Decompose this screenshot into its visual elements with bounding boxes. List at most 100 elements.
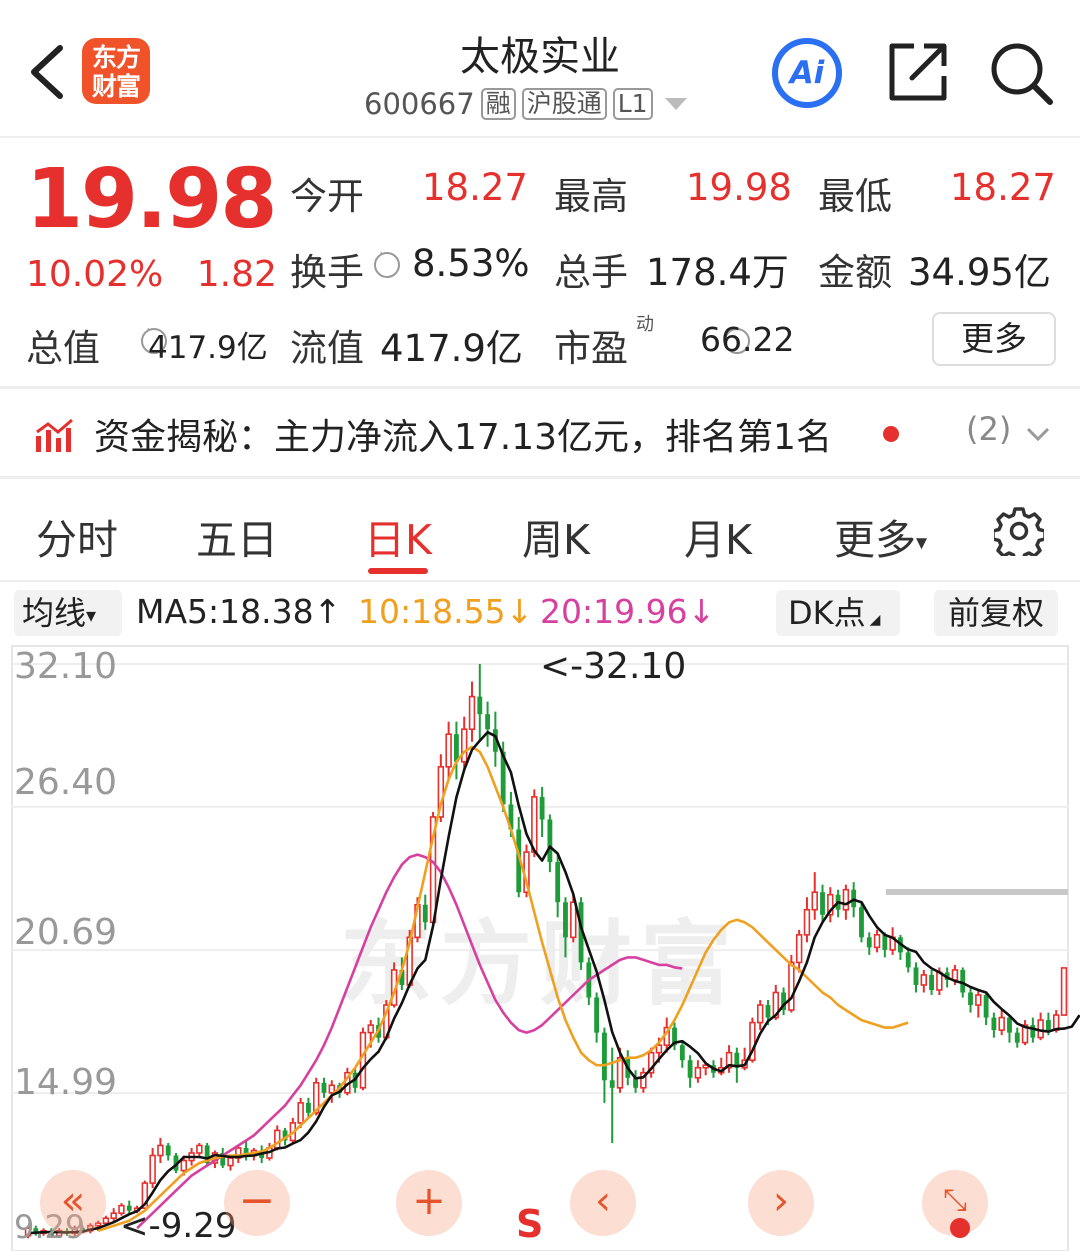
float-label: 流值 [290,327,364,370]
ma20-text: 20:19.96 [540,592,688,631]
pe-value: 66.22 [700,320,795,359]
last-price: 19.98 [26,152,277,247]
candle-body-down [594,997,600,1033]
candle-body-up [149,1154,156,1184]
scroll-left-button[interactable]: ‹ [570,1170,636,1236]
indicator-dropdown[interactable]: 均线▾ [14,590,122,636]
scroll-left-fast-button[interactable]: « [40,1170,106,1236]
tab-more-caret-icon: ▾ [916,530,928,556]
candle-body-up [1060,967,1068,1016]
candle-body-up [694,1066,702,1079]
arrow-up-icon: ↑ [313,592,342,631]
candle-body-up [936,971,943,991]
high-value: 19.98 [686,166,792,209]
candle-body-down [866,937,872,948]
dropdown-caret-icon [664,98,687,110]
search-icon[interactable] [988,40,1054,106]
candle-body-down [859,907,864,938]
float-value: 417.9亿 [380,327,523,370]
tab-monthly-k[interactable]: 月K [684,506,752,566]
active-tab-indicator [368,568,428,574]
candle-body-down [882,934,888,950]
adjust-mode-button[interactable]: 前复权 [934,590,1058,636]
candle-body-down [477,696,483,715]
arrow-down-icon: ↓ [505,592,534,631]
max-price-label: <-32.10 [540,646,686,687]
candle-body-up [157,1144,164,1157]
tab-intraday[interactable]: 分时 [36,506,118,566]
candle-body-up [998,1016,1005,1031]
candle-body-up [445,733,452,768]
volume-value: 178.4万 [646,251,789,294]
stock-code: 600667 [364,87,475,121]
candle-body-down [905,952,911,968]
zoom-in-button[interactable]: + [396,1170,462,1236]
tab-more-label: 更多 [834,516,916,564]
tab-more[interactable]: 更多▾ [834,506,927,566]
settings-gear-icon[interactable] [994,506,1044,556]
turnover-label: 换手 [290,251,364,294]
candle-body-down [991,1017,997,1031]
candle-body-up [531,796,538,853]
amount-value: 34.95亿 [908,251,1051,294]
dropdown-caret-icon: ▾ [86,603,97,627]
y-tick-label: 32.10 [14,646,118,687]
ma5-value: MA5:18.38↑ [136,592,341,631]
candle-body-up [842,888,850,911]
candle-body-up [196,1144,203,1154]
turnover-value: 8.53% [412,242,530,285]
change-percent: 10.02% [26,254,164,295]
divider [0,476,1080,479]
dk-point-button[interactable]: DK点 ◢ [776,590,900,636]
share-icon[interactable] [888,40,948,102]
ma10-line [97,745,909,1232]
candle-body-down [913,967,919,985]
low-value: 18.27 [950,166,1056,209]
tag-level: L1 [612,88,653,120]
max-price-value: 32.10 [583,646,687,687]
ma10-value: 10:18.55↓ [358,592,533,631]
high-label: 最高 [554,175,628,218]
fund-flow-text[interactable]: 资金揭秘：主力净流入17.13亿元，排名第1名 [94,408,832,460]
max-marker: <- [540,646,584,687]
candle-body-down [968,992,973,1006]
y-tick-label: 14.99 [14,1062,118,1103]
ma20-value: 20:19.96↓ [540,592,715,631]
candle-body-up [795,934,803,964]
low-label: 最低 [818,175,892,218]
mktcap-label: 总值 [26,327,100,370]
candle-body-down [765,1005,771,1018]
mktcap-value: 417.9亿 [148,330,268,366]
candle-body-up [468,695,476,730]
candle-body-up [297,1102,304,1124]
more-stats-button[interactable]: 更多 [932,312,1056,366]
tab-daily-k[interactable]: 日K [364,506,432,566]
stock-code-line[interactable]: 600667 融 沪股通 L1 [364,86,687,122]
candle-body-up [920,974,928,986]
unread-dot [883,426,899,442]
candle-body-up [788,961,795,1011]
open-value: 18.27 [422,166,528,209]
candle-body-up [460,728,468,763]
tab-weekly-k[interactable]: 周K [522,506,590,566]
scroll-right-button[interactable]: › [748,1170,814,1236]
candle-body-up [180,1159,188,1172]
candle-body-up [570,901,577,939]
candle-body-down [485,714,490,730]
zoom-out-button[interactable]: − [224,1170,290,1236]
tag-connect: 沪股通 [521,88,607,120]
y-tick-label: 20.69 [14,912,118,953]
turnover-info-icon[interactable] [374,246,400,278]
candle-body-down [555,862,561,903]
fullscreen-dot [950,1218,970,1238]
candle-body-down [929,974,934,990]
candle-body-up [975,994,982,1006]
chevron-down-icon[interactable] [1026,426,1050,442]
kline-chart[interactable] [0,640,1080,1251]
candle-body-up [616,1056,624,1089]
tab-five-day[interactable]: 五日 [196,506,278,566]
candle-body-up [227,1157,234,1167]
divider [0,386,1080,389]
ai-button[interactable]: Ai [772,38,842,108]
candle-body-down [983,995,989,1018]
